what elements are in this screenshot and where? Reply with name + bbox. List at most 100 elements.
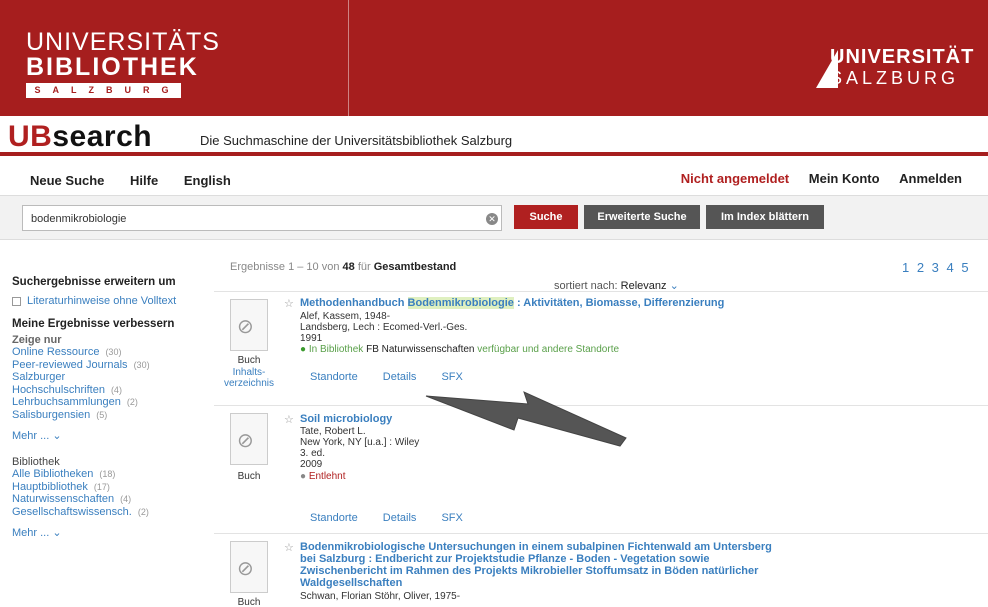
- facet-item[interactable]: Lehrbuchsammlungen (2): [12, 396, 202, 409]
- details-link[interactable]: Details: [383, 512, 417, 524]
- facet-item[interactable]: Online Ressource (30): [12, 346, 202, 359]
- availability: ● Entlehnt: [300, 471, 346, 482]
- refine-heading: Meine Ergebnisse verbessern: [12, 318, 175, 330]
- ub-library-logo[interactable]: UNIVERSITÄTS BIBLIOTHEK SALZBURG: [26, 30, 220, 98]
- availability: ● In Bibliothek FB Naturwissenschaften v…: [300, 344, 619, 355]
- facet-label[interactable]: Online Ressource: [12, 346, 99, 358]
- chevron-down-icon: ⌄: [52, 430, 62, 442]
- result-year: 1991: [300, 333, 323, 344]
- library-more-label[interactable]: Mehr ...: [12, 527, 49, 539]
- university-logo-line1: UNIVERSITÄT: [830, 46, 975, 68]
- expand-checkbox[interactable]: [12, 296, 21, 306]
- result-edition: 3. ed.: [300, 448, 326, 459]
- nav-english[interactable]: English: [184, 173, 231, 188]
- results-total: 48: [342, 261, 355, 273]
- facet-label[interactable]: Salisburgensien: [12, 409, 90, 421]
- star-icon[interactable]: ☆: [284, 297, 294, 310]
- library-label[interactable]: Hauptbibliothek: [12, 481, 88, 493]
- book-cover-placeholder[interactable]: ⊘: [230, 299, 268, 351]
- result-author: Alef, Kassem, 1948-: [300, 311, 391, 322]
- facet-item[interactable]: Salisburgensien (5): [12, 409, 202, 422]
- library-more-link[interactable]: Mehr ... ⌄: [12, 526, 202, 539]
- library-label[interactable]: Alle Bibliotheken: [12, 468, 93, 480]
- results-info-for: für: [357, 261, 371, 273]
- nav-help[interactable]: Hilfe: [130, 173, 158, 188]
- brand-bar: UBsearch Die Suchmaschine der Universitä…: [0, 116, 988, 156]
- expand-option-label[interactable]: Literaturhinweise ohne Volltext: [27, 295, 176, 307]
- result-actions: Standorte Details SFX: [310, 512, 485, 524]
- locations-link[interactable]: Standorte: [310, 512, 358, 524]
- ub-logo-line1: UNIVERSITÄTS: [26, 28, 220, 56]
- library-item[interactable]: Alle Bibliotheken (18): [12, 468, 202, 481]
- nav-my-account[interactable]: Mein Konto: [809, 171, 880, 186]
- locations-link[interactable]: Standorte: [310, 371, 358, 383]
- title-line[interactable]: Bodenmikrobiologische Untersuchungen in …: [300, 541, 772, 553]
- show-only-label: Zeige nur: [12, 334, 62, 346]
- brand-ub: UB: [8, 120, 53, 153]
- book-cover-placeholder[interactable]: ⊘: [230, 541, 268, 593]
- results-scope: Gesamtbestand: [373, 261, 457, 273]
- result-year: 2009: [300, 459, 323, 470]
- expand-option[interactable]: Literaturhinweise ohne Volltext: [12, 294, 202, 308]
- browse-index-button[interactable]: Im Index blättern: [706, 205, 824, 229]
- result-type: Buch: [237, 355, 261, 366]
- search-input[interactable]: bodenmikrobiologie: [22, 205, 502, 231]
- facet-count: (4): [110, 384, 122, 395]
- facet-more-label[interactable]: Mehr ...: [12, 430, 49, 442]
- result-title[interactable]: Bodenmikrobiologische Untersuchungen in …: [300, 541, 772, 589]
- toc-link[interactable]: Inhalts-verzeichnis: [214, 367, 284, 389]
- advanced-search-button[interactable]: Erweiterte Suche: [584, 205, 700, 229]
- title-part[interactable]: : Aktivitäten, Biomasse, Differenzierung: [514, 297, 724, 309]
- sfx-link[interactable]: SFX: [441, 371, 462, 383]
- result-publisher: New York, NY [u.a.] : Wiley: [300, 437, 420, 448]
- library-item[interactable]: Hauptbibliothek (17): [12, 481, 202, 494]
- facet-label[interactable]: Lehrbuchsammlungen: [12, 396, 121, 408]
- availability-extra[interactable]: verfügbar und andere Standorte: [477, 344, 619, 355]
- result-record: ⊘ Buch ☆ Bodenmikrobiologische Untersuch…: [214, 533, 988, 607]
- title-line[interactable]: Waldgesellschaften: [300, 577, 772, 589]
- title-line[interactable]: Zwischenbericht im Rahmen des Projekts M…: [300, 565, 772, 577]
- facet-more-link[interactable]: Mehr ... ⌄: [12, 429, 202, 442]
- star-icon[interactable]: ☆: [284, 541, 294, 554]
- banner-divider: [348, 0, 349, 116]
- brand-search: search: [52, 120, 153, 153]
- nav-new-search[interactable]: Neue Suche: [30, 173, 104, 188]
- result-title[interactable]: Soil microbiology: [300, 413, 392, 425]
- login-status: Nicht angemeldet: [680, 171, 790, 186]
- title-part[interactable]: Methodenhandbuch: [300, 297, 408, 309]
- clear-search-icon[interactable]: ✕: [486, 213, 498, 225]
- nav-login[interactable]: Anmelden: [899, 171, 962, 186]
- book-cover-placeholder[interactable]: ⊘: [230, 413, 268, 465]
- library-label[interactable]: Naturwissenschaften: [12, 493, 114, 505]
- library-item[interactable]: Gesellschaftswissensch. (2): [12, 506, 202, 519]
- facet-label[interactable]: Peer-reviewed Journals: [12, 359, 128, 371]
- ub-logo-line2: BIBLIOTHEK: [26, 53, 199, 81]
- library-label[interactable]: Gesellschaftswissensch.: [12, 506, 132, 518]
- library-item[interactable]: Naturwissenschaften (4): [12, 493, 202, 506]
- facet-count: (30): [133, 359, 150, 370]
- library-count: (17): [93, 481, 110, 492]
- result-actions: Standorte Details SFX: [310, 371, 485, 383]
- availability-status: Entlehnt: [308, 471, 346, 482]
- facet-label[interactable]: Salzburger Hochschulschriften: [12, 371, 105, 396]
- ubsearch-logo[interactable]: UBsearch: [8, 120, 152, 154]
- facet-count: (5): [96, 409, 108, 420]
- facet-sidebar: Suchergebnisse erweitern um Literaturhin…: [12, 276, 202, 539]
- facet-item[interactable]: Peer-reviewed Journals (30): [12, 359, 202, 372]
- details-link[interactable]: Details: [383, 371, 417, 383]
- title-line[interactable]: bei Salzburg : Endbericht zur Projektstu…: [300, 553, 772, 565]
- header-banner: UNIVERSITÄTS BIBLIOTHEK SALZBURG UNIVERS…: [0, 0, 988, 116]
- pagination[interactable]: 1 2 3 4 5: [902, 260, 971, 275]
- sfx-link[interactable]: SFX: [441, 512, 462, 524]
- annotation-arrow-icon: [425, 391, 627, 447]
- title-highlight[interactable]: Bodenmikrobiologie: [407, 297, 514, 309]
- brand-tagline: Die Suchmaschine der Universitätsbibliot…: [200, 133, 513, 148]
- library-list: Alle Bibliotheken (18) Hauptbibliothek (17…: [12, 468, 202, 518]
- book-icon: ⊘: [237, 430, 254, 452]
- search-button[interactable]: Suche: [514, 205, 578, 229]
- library-count: (2): [137, 506, 149, 517]
- ub-logo-line3: SALZBURG: [26, 83, 181, 98]
- result-title[interactable]: Methodenhandbuch Bodenmikrobiologie : Ak…: [300, 297, 724, 309]
- facet-item[interactable]: Salzburger Hochschulschriften (4): [12, 371, 142, 396]
- star-icon[interactable]: ☆: [284, 413, 294, 426]
